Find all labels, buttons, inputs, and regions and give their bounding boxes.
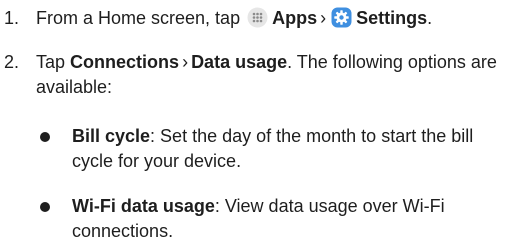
option-text: Wi-Fi data usage: View data usage over W… <box>72 194 504 244</box>
step-number: 1. <box>4 8 20 28</box>
option-title: Bill cycle <box>72 126 151 146</box>
apps-label: Apps <box>272 8 318 28</box>
bullet-icon <box>40 202 50 212</box>
breadcrumb-separator: › <box>320 8 327 28</box>
bullet-icon <box>40 132 50 142</box>
breadcrumb-separator: › <box>182 52 189 72</box>
apps-grid-icon <box>247 7 268 28</box>
step-2-text: Tap Connections › Data usage. The followin… <box>36 50 504 100</box>
settings-gear-icon <box>331 7 352 28</box>
connections-label: Connections <box>70 52 180 72</box>
step-1-text: From a Home screen, tap Apps › Settings. <box>36 6 504 31</box>
step-text-end: . <box>427 8 433 28</box>
step-text: From a Home screen, tap <box>36 8 241 28</box>
instructions-page: 1. From a Home screen, tap Apps › Settin… <box>0 0 511 248</box>
step-number: 2. <box>4 52 20 72</box>
data-usage-label: Data usage <box>191 52 288 72</box>
step-text: Tap <box>36 52 66 72</box>
settings-label: Settings <box>356 8 428 28</box>
option-text: Bill cycle: Set the day of the month to … <box>72 124 504 174</box>
option-title: Wi-Fi data usage <box>72 196 215 216</box>
